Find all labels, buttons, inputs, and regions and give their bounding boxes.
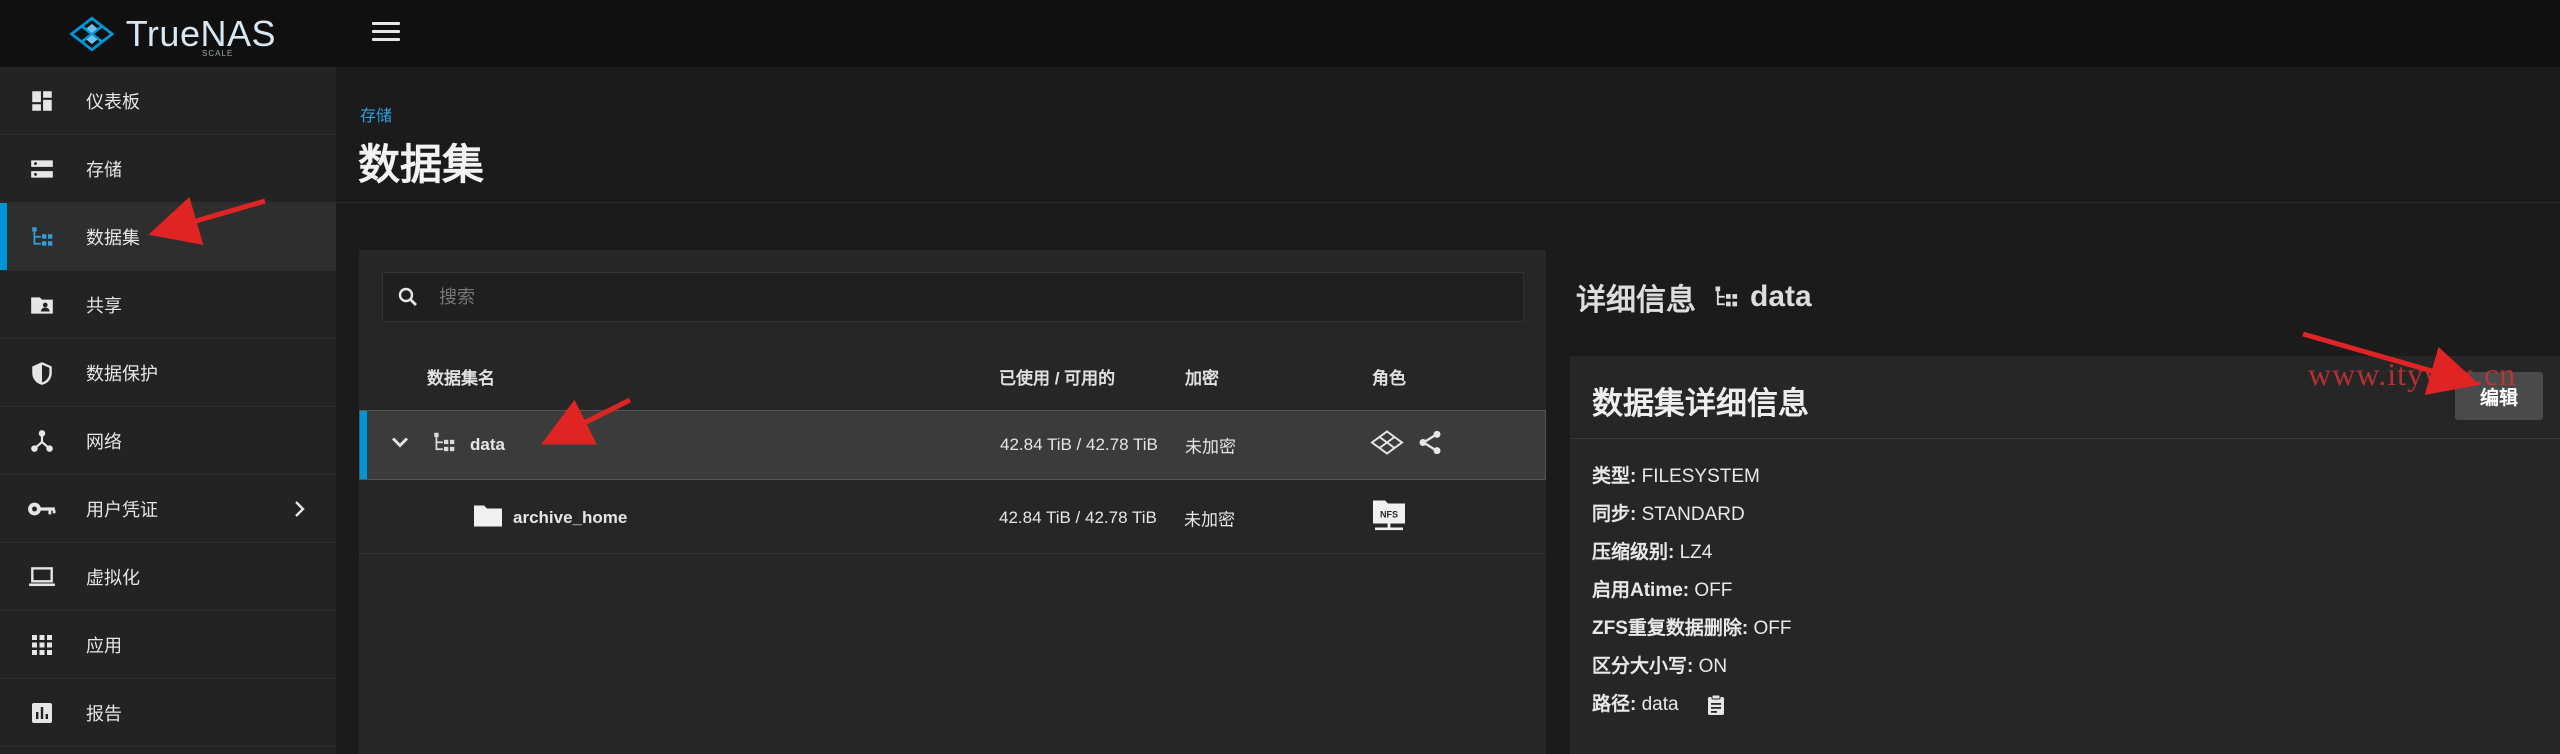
sidebar-item-label: 数据保护 xyxy=(86,363,158,384)
pool-icon xyxy=(1370,430,1404,461)
dataset-icon xyxy=(430,430,458,461)
sidebar-item-label: 应用 xyxy=(86,635,122,656)
svg-text:NFS: NFS xyxy=(1380,510,1398,520)
detail-compression: 压缩级别: LZ4 xyxy=(1592,537,1712,564)
breadcrumb[interactable]: 存储 xyxy=(360,102,392,126)
details-title: 详细信息 data xyxy=(1576,275,1812,319)
sidebar-item-shares[interactable]: 共享 xyxy=(0,271,336,339)
sidebar-item-label: 虚拟化 xyxy=(86,567,140,588)
sidebar-item-label: 数据集 xyxy=(86,227,140,248)
details-card-title: 数据集详细信息 xyxy=(1592,386,1809,421)
sidebar-item-reports[interactable]: 报告 xyxy=(0,679,336,747)
laptop-icon xyxy=(27,562,57,592)
detail-key: 同步: xyxy=(1592,504,1637,525)
detail-key: 压缩级别: xyxy=(1592,542,1675,563)
truenas-logo[interactable]: TrueNAS SCALE xyxy=(66,10,276,58)
search-box xyxy=(382,272,1524,322)
share-icon xyxy=(1416,429,1444,462)
nfs-share-icon: NFS xyxy=(1371,499,1407,538)
column-header-roles[interactable]: 角色 xyxy=(1372,364,1406,389)
detail-key: 路径: xyxy=(1592,694,1637,715)
detail-value: OFF xyxy=(1753,618,1792,639)
dataset-encryption: 未加密 xyxy=(1185,437,1236,457)
sidebar-item-label: 共享 xyxy=(86,295,122,316)
dataset-encryption: 未加密 xyxy=(1184,510,1235,530)
chevron-right-icon xyxy=(290,500,308,518)
sidebar-item-network[interactable]: 网络 xyxy=(0,407,336,475)
brand-name: TrueNAS xyxy=(125,13,276,54)
reports-icon xyxy=(27,698,57,728)
sidebar-item-storage[interactable]: 存储 xyxy=(0,135,336,203)
header-divider xyxy=(336,202,2560,203)
sidebar-item-label: 存储 xyxy=(86,159,122,180)
dataset-usage: 42.84 TiB / 42.78 TiB xyxy=(999,508,1157,527)
detail-key: 区分大小写: xyxy=(1592,656,1694,677)
detail-key: 启用Atime: xyxy=(1592,580,1690,601)
shares-icon xyxy=(27,290,57,320)
sidebar-item-label: 报告 xyxy=(86,703,122,724)
detail-type: 类型: FILESYSTEM xyxy=(1592,461,1760,488)
watermark: www.itywlx.cn xyxy=(2308,356,2517,392)
sidebar-item-datasets[interactable]: 数据集 xyxy=(0,203,336,271)
network-icon xyxy=(27,426,57,456)
detail-value: STANDARD xyxy=(1641,504,1745,525)
truenas-logo-icon xyxy=(69,16,115,52)
detail-dedup: ZFS重复数据删除: OFF xyxy=(1592,613,1792,640)
detail-atime: 启用Atime: OFF xyxy=(1592,575,1732,602)
folder-icon xyxy=(473,504,503,533)
table-row[interactable]: data 42.84 TiB / 42.78 TiB 未加密 xyxy=(359,410,1546,480)
search-input[interactable] xyxy=(437,273,1511,321)
sidebar-item-virtualization[interactable]: 虚拟化 xyxy=(0,543,336,611)
detail-value: data xyxy=(1641,694,1679,715)
column-header-encryption[interactable]: 加密 xyxy=(1185,364,1219,389)
sidebar-item-dashboard[interactable]: 仪表板 xyxy=(0,67,336,135)
column-header-usage[interactable]: 已使用 / 可用的 xyxy=(999,364,1115,389)
table-row[interactable]: archive_home 42.84 TiB / 42.78 TiB 未加密 N… xyxy=(359,483,1546,554)
sidebar-item-label: 网络 xyxy=(86,431,122,452)
key-icon xyxy=(27,494,57,524)
detail-value: ON xyxy=(1698,656,1728,677)
detail-key: 类型: xyxy=(1592,466,1637,487)
detail-sync: 同步: STANDARD xyxy=(1592,499,1745,526)
sidebar-item-data-protection[interactable]: 数据保护 xyxy=(0,339,336,407)
dataset-name: data xyxy=(470,435,505,454)
storage-icon xyxy=(27,154,57,184)
detail-case-sensitivity: 区分大小写: ON xyxy=(1592,651,1727,678)
dataset-name: archive_home xyxy=(513,508,628,527)
details-title-label: 详细信息 xyxy=(1576,284,1696,317)
top-bar: TrueNAS SCALE xyxy=(0,0,2560,67)
sidebar-item-label: 用户凭证 xyxy=(86,499,158,520)
dashboard-icon xyxy=(27,86,57,116)
brand-sub: SCALE xyxy=(202,49,234,58)
details-dataset-name: data xyxy=(1750,280,1812,313)
dataset-icon xyxy=(27,222,57,252)
detail-key: ZFS重复数据删除: xyxy=(1592,618,1749,639)
detail-value: OFF xyxy=(1694,580,1733,601)
dataset-table-card: 数据集名 已使用 / 可用的 加密 角色 data 42.84 TiB / 42… xyxy=(359,250,1546,754)
sidebar: 仪表板 存储 数据集 共享 数据保护 网络 用户凭证 虚拟化 应用 报告 xyxy=(0,67,336,754)
menu-toggle-icon[interactable] xyxy=(372,22,400,44)
detail-value: LZ4 xyxy=(1679,542,1713,563)
sidebar-item-credentials[interactable]: 用户凭证 xyxy=(0,475,336,543)
sidebar-item-label: 仪表板 xyxy=(86,91,140,112)
dataset-usage: 42.84 TiB / 42.78 TiB xyxy=(1000,435,1158,454)
clipboard-icon[interactable] xyxy=(1706,694,1726,716)
detail-path: 路径: data xyxy=(1592,689,1726,716)
search-icon xyxy=(397,286,419,308)
apps-grid-icon xyxy=(27,630,57,660)
chevron-down-icon[interactable] xyxy=(390,436,410,455)
detail-value: FILESYSTEM xyxy=(1641,466,1760,487)
dataset-icon xyxy=(1712,283,1740,311)
column-header-name[interactable]: 数据集名 xyxy=(427,364,495,389)
page-title: 数据集 xyxy=(358,141,485,188)
sidebar-item-apps[interactable]: 应用 xyxy=(0,611,336,679)
shield-icon xyxy=(27,358,57,388)
dataset-details-card: 数据集详细信息 编辑 类型: FILESYSTEM 同步: STANDARD 压… xyxy=(1570,356,2560,754)
